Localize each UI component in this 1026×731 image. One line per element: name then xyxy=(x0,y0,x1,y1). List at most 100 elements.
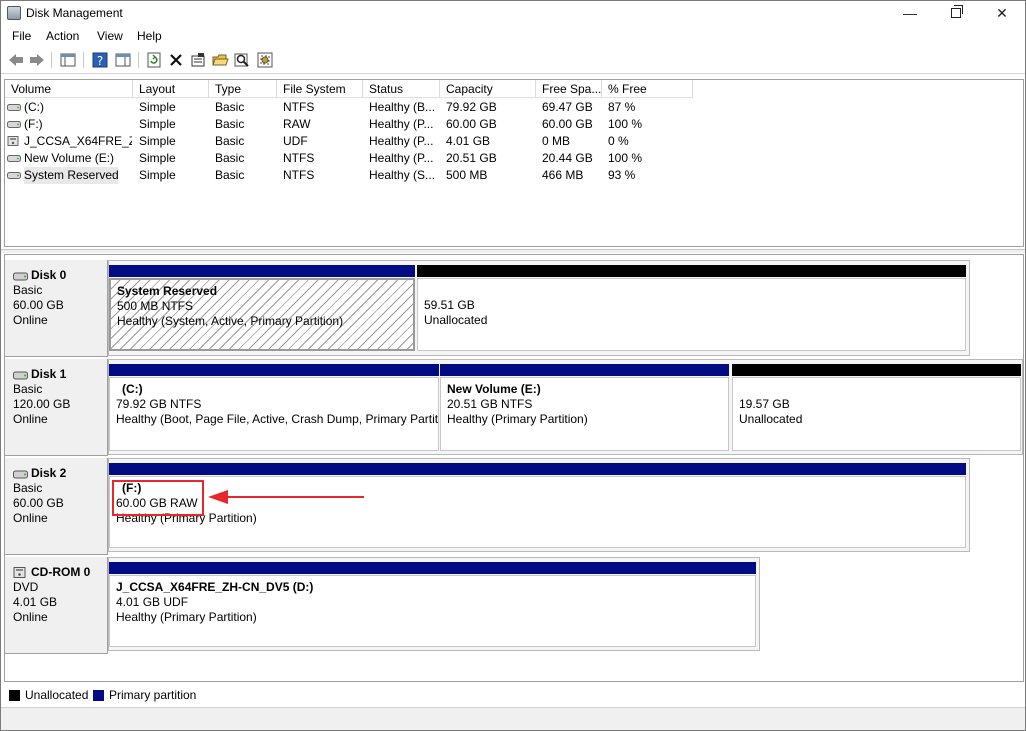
partition-label: System Reserved xyxy=(117,284,218,298)
volume-layout: Simple xyxy=(139,117,176,131)
properties-icon[interactable] xyxy=(189,51,207,69)
disk-icon xyxy=(13,369,28,380)
toolbar-separator xyxy=(83,52,84,68)
partition-label: New Volume (E:) xyxy=(447,382,541,396)
volume-layout: Simple xyxy=(139,151,176,165)
legend-label-primary: Primary partition xyxy=(109,688,197,702)
volume-capacity: 60.00 GB xyxy=(446,117,497,131)
menu-action[interactable]: Action xyxy=(46,29,79,43)
volume-name: System Reserved xyxy=(24,167,118,184)
maximize-button[interactable] xyxy=(933,1,979,27)
properties-pane-icon[interactable] xyxy=(114,51,132,69)
volume-status: Healthy (B... xyxy=(369,100,436,114)
disk-type: Basic xyxy=(13,382,43,396)
pane-splitter[interactable] xyxy=(1,249,1025,253)
volume-percent-free: 0 % xyxy=(608,134,629,148)
volume-type: Basic xyxy=(215,134,245,148)
help-icon[interactable]: ? xyxy=(91,51,109,69)
partition-body: J_CCSA_X64FRE_ZH-CN_DV5 (D:) 4.01 GB UDF… xyxy=(109,575,756,647)
volume-percent-free: 87 % xyxy=(608,100,636,114)
disk-icon xyxy=(13,468,28,479)
disk-size: 4.01 GB xyxy=(13,595,58,609)
menu-view[interactable]: View xyxy=(97,29,123,43)
partition-unallocated-disk1[interactable]: 19.57 GB Unallocated xyxy=(732,364,1021,451)
column-header-layout[interactable]: Layout xyxy=(133,80,209,98)
volume-file-system: NTFS xyxy=(283,168,315,182)
partition-body: 59.51 GB Unallocated xyxy=(417,278,966,351)
disk-1-info[interactable]: Disk 1 Basic 120.00 GB Online xyxy=(5,359,108,456)
partition-status: Healthy (Primary Partition) xyxy=(116,511,257,525)
partition-new-volume-e[interactable]: New Volume (E:) 20.51 GB NTFS Healthy (P… xyxy=(440,364,729,451)
volume-capacity: 79.92 GB xyxy=(446,100,497,114)
disk-0-info[interactable]: Disk 0 Basic 60.00 GB Online xyxy=(5,260,108,357)
volume-row[interactable]: (C:) Simple Basic NTFS Healthy (B... 79.… xyxy=(5,99,1023,116)
minimize-button[interactable]: — xyxy=(887,1,933,27)
drive-icon xyxy=(7,102,21,112)
primary-partition-bar xyxy=(109,463,966,475)
column-header-status[interactable]: Status xyxy=(363,80,440,98)
disk-state: Online xyxy=(13,511,48,525)
volume-row[interactable]: (F:) Simple Basic RAW Healthy (P... 60.0… xyxy=(5,116,1023,133)
volume-file-system: RAW xyxy=(283,117,311,131)
partition-c-drive[interactable]: (C:) 79.92 GB NTFS Healthy (Boot, Page F… xyxy=(109,364,439,451)
partition-label: (C:) xyxy=(122,382,143,396)
back-arrow-icon[interactable] xyxy=(7,51,25,69)
drive-icon xyxy=(7,119,21,129)
partition-status: Healthy (Primary Partition) xyxy=(116,610,257,624)
partition-size: 4.01 GB UDF xyxy=(116,595,189,609)
partition-body: (C:) 79.92 GB NTFS Healthy (Boot, Page F… xyxy=(109,377,439,451)
partition-system-reserved[interactable]: System Reserved 500 MB NTFS Healthy (Sys… xyxy=(109,265,415,351)
column-header-volume[interactable]: Volume xyxy=(5,80,133,98)
column-header-free-space[interactable]: Free Spa... xyxy=(536,80,602,98)
delete-icon[interactable] xyxy=(167,51,185,69)
menu-file[interactable]: File xyxy=(12,29,31,43)
console-tree-icon[interactable] xyxy=(59,51,77,69)
disk-state: Online xyxy=(13,610,48,624)
volume-percent-free: 93 % xyxy=(608,168,636,182)
highlight-arrow xyxy=(208,490,364,504)
unallocated-bar xyxy=(732,364,1021,376)
volume-row[interactable]: J_CCSA_X64FRE_Z... Simple Basic UDF Heal… xyxy=(5,133,1023,150)
svg-text:?: ? xyxy=(97,54,103,68)
settings-icon[interactable] xyxy=(256,51,274,69)
partition-unallocated-disk0[interactable]: 59.51 GB Unallocated xyxy=(417,265,966,351)
column-header-file-system[interactable]: File System xyxy=(277,80,363,98)
volume-row[interactable]: New Volume (E:) Simple Basic NTFS Health… xyxy=(5,150,1023,167)
open-folder-icon[interactable] xyxy=(211,51,229,69)
partition-size: 79.92 GB NTFS xyxy=(116,397,202,411)
menu-help[interactable]: Help xyxy=(137,29,162,43)
disk-2-info[interactable]: Disk 2 Basic 60.00 GB Online xyxy=(5,458,108,555)
partition-body: New Volume (E:) 20.51 GB NTFS Healthy (P… xyxy=(440,377,729,451)
partition-body: 19.57 GB Unallocated xyxy=(732,377,1021,451)
title-bar: Disk Management — ✕ xyxy=(1,1,1025,27)
column-header-type[interactable]: Type xyxy=(209,80,277,98)
disk-name: Disk 1 xyxy=(31,367,67,381)
partition-size: 19.57 GB xyxy=(739,397,790,411)
volume-name: J_CCSA_X64FRE_Z... xyxy=(24,134,132,148)
volume-percent-free: 100 % xyxy=(608,117,643,131)
toolbar: ? xyxy=(1,47,1025,74)
highlight-box xyxy=(112,480,204,516)
partition-status: Healthy (Boot, Page File, Active, Crash … xyxy=(116,412,439,426)
cdrom-0-info[interactable]: CD-ROM 0 DVD 4.01 GB Online xyxy=(5,557,108,654)
column-header-capacity[interactable]: Capacity xyxy=(440,80,536,98)
status-bar xyxy=(1,707,1025,730)
partition-status: Unallocated xyxy=(739,412,803,426)
partition-status: Unallocated xyxy=(424,313,488,327)
volume-layout: Simple xyxy=(139,100,176,114)
toolbar-separator xyxy=(51,52,52,68)
volume-type: Basic xyxy=(215,100,245,114)
volume-file-system: NTFS xyxy=(283,151,315,165)
forward-arrow-icon[interactable] xyxy=(28,51,46,69)
volume-row[interactable]: System Reserved Simple Basic NTFS Health… xyxy=(5,167,1023,184)
partition-cd-d-drive[interactable]: J_CCSA_X64FRE_ZH-CN_DV5 (D:) 4.01 GB UDF… xyxy=(109,562,756,647)
close-button[interactable]: ✕ xyxy=(979,1,1025,27)
volume-status: Healthy (P... xyxy=(369,151,434,165)
search-icon[interactable] xyxy=(233,51,251,69)
volume-type: Basic xyxy=(215,168,245,182)
refresh-icon[interactable] xyxy=(145,51,163,69)
column-header-percent-free[interactable]: % Free xyxy=(602,80,693,98)
volume-list[interactable]: Volume Layout Type File System Status Ca… xyxy=(4,79,1024,247)
disk-state: Online xyxy=(13,313,48,327)
cd-drive-icon xyxy=(13,567,28,578)
